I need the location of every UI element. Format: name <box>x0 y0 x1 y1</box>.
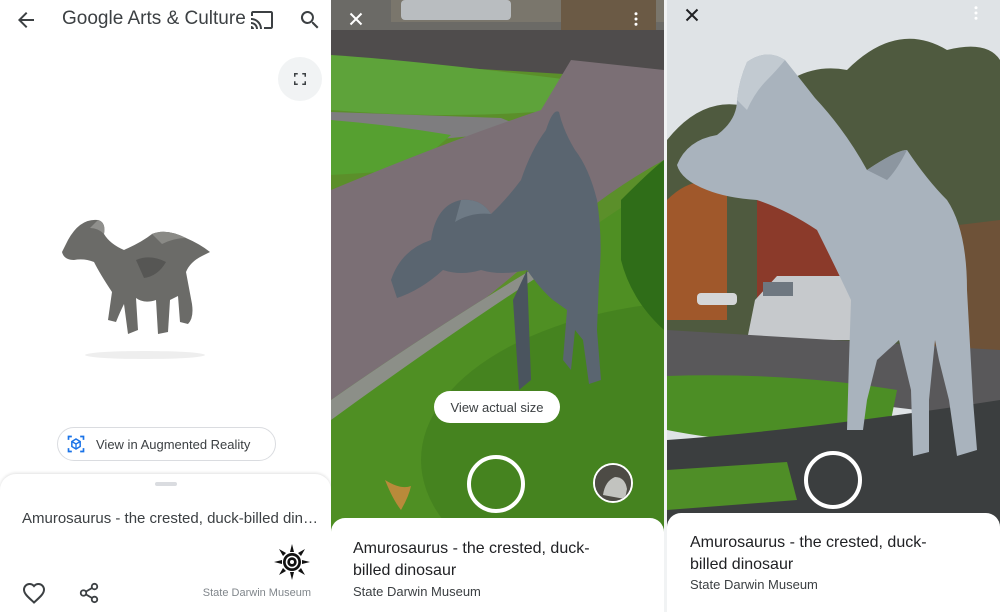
object-viewer-screen: Google Arts & Culture View in Augmented … <box>0 0 331 612</box>
cast-icon[interactable] <box>250 8 274 32</box>
close-icon[interactable] <box>345 8 367 30</box>
view-in-ar-button[interactable]: View in Augmented Reality <box>57 427 276 461</box>
museum-name[interactable]: State Darwin Museum <box>203 587 311 599</box>
ar-camera-view-placement: View actual size Amurosaurus - the crest… <box>331 0 664 612</box>
app-title: Google Arts & Culture <box>62 8 246 30</box>
museum-name: State Darwin Museum <box>690 577 818 592</box>
info-bottom-sheet[interactable]: Amurosaurus - the crested, duck-billed d… <box>0 474 331 612</box>
search-icon[interactable] <box>298 8 322 32</box>
museum-logo <box>274 544 310 580</box>
museum-name: State Darwin Museum <box>353 584 481 599</box>
overflow-menu-icon[interactable] <box>629 10 643 28</box>
capture-button[interactable] <box>804 451 862 509</box>
brand-arts-culture: Arts & Culture <box>123 8 246 29</box>
last-capture-thumbnail[interactable] <box>593 463 633 503</box>
heart-icon[interactable] <box>22 582 46 606</box>
back-arrow-icon[interactable] <box>14 8 38 32</box>
ar-camera-view-actual-size: Amurosaurus - the crested, duck-billed d… <box>667 0 1000 612</box>
dinosaur-3d-model[interactable] <box>40 200 240 360</box>
ar-cube-icon <box>67 435 85 453</box>
ar-button-label: View in Augmented Reality <box>96 436 251 452</box>
fullscreen-button[interactable] <box>278 57 322 101</box>
artwork-title: Amurosaurus - the crested, duck-billed d… <box>353 540 590 579</box>
artwork-title[interactable]: Amurosaurus - the crested, duck-billed d… <box>22 510 318 527</box>
app-bar: Google Arts & Culture <box>0 0 331 40</box>
sheet-drag-handle[interactable] <box>155 482 177 486</box>
close-icon[interactable] <box>681 4 703 26</box>
fullscreen-icon <box>294 73 306 85</box>
ar-info-card[interactable]: Amurosaurus - the crested, duck-billed d… <box>331 518 664 612</box>
view-actual-size-button[interactable]: View actual size <box>434 391 560 423</box>
overflow-menu-icon[interactable] <box>969 4 983 22</box>
brand-google: Google <box>62 8 124 29</box>
artwork-title: Amurosaurus - the crested, duck-billed d… <box>690 534 927 573</box>
ar-info-card[interactable]: Amurosaurus - the crested, duck-billed d… <box>667 513 1000 612</box>
share-icon[interactable] <box>78 582 100 604</box>
capture-button[interactable] <box>467 455 525 513</box>
